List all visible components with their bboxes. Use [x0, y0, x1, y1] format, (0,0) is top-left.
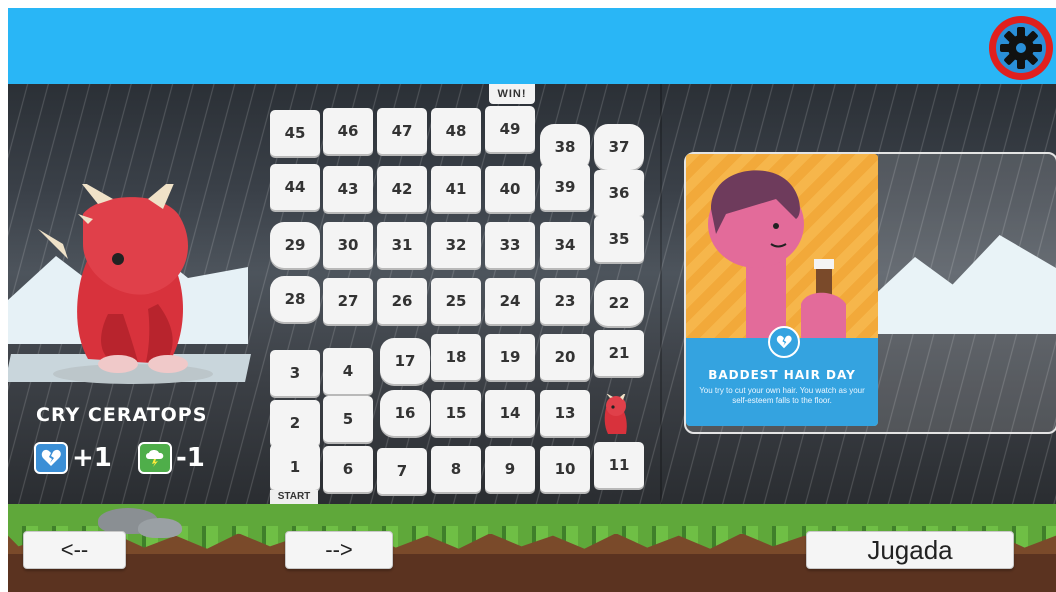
board-cell-22: 22	[594, 280, 644, 326]
play-button[interactable]: Jugada	[806, 531, 1014, 569]
board-cell-15: 15	[431, 390, 481, 436]
board-cell-34: 34	[540, 222, 590, 268]
board-cell-24: 24	[485, 278, 535, 324]
stat-heartbreak-value: +1	[72, 443, 112, 473]
player-token-dino	[604, 394, 627, 434]
board-cell-26: 26	[377, 278, 427, 324]
board-cell-39: 39	[540, 164, 590, 210]
board-cell-9: 9	[485, 446, 535, 492]
stat-storm-value: -1	[176, 443, 205, 473]
board-cell-7: 7	[377, 448, 427, 494]
broken-heart-icon	[34, 442, 68, 474]
board-cell-19: 19	[485, 334, 535, 380]
board-cell-3: 3	[270, 350, 320, 396]
board-cell-25: 25	[431, 278, 481, 324]
rock	[138, 518, 182, 538]
board-cell-30: 30	[323, 222, 373, 268]
stat-storm: -1	[138, 442, 205, 474]
board-cell-20: 20	[540, 334, 590, 380]
event-card[interactable]: BADDEST HAIR DAY You try to cut your own…	[686, 154, 878, 426]
board-cell-23: 23	[540, 278, 590, 324]
stat-heartbreak: +1	[34, 442, 112, 474]
board-cell-17: 17	[380, 338, 430, 384]
board-cell-4: 4	[323, 348, 373, 394]
game-board: WIN! 45 46 47 48 49 38 37 44 43 42 41 40 39 36 29 30 31 3…	[8, 84, 1056, 504]
board-cell-46: 46	[323, 108, 373, 154]
board-cell-11: 11	[594, 442, 644, 488]
board-cell-13: 13	[540, 390, 590, 436]
board-cell-8: 8	[431, 446, 481, 492]
board-cell-28: 28	[270, 276, 320, 322]
board-cell-36: 36	[594, 170, 644, 216]
prev-button[interactable]: <--	[23, 531, 126, 569]
board-cell-14: 14	[485, 390, 535, 436]
board-cell-37: 37	[594, 124, 644, 170]
character-name: CRY CERATOPS	[36, 404, 208, 426]
gear-icon	[1000, 27, 1042, 69]
board-cell-10: 10	[540, 446, 590, 492]
board-cell-49: 49	[485, 106, 535, 152]
board-cell-5: 5	[323, 396, 373, 442]
board-fold	[660, 84, 662, 504]
card-illustration	[686, 154, 878, 338]
card-title: BADDEST HAIR DAY	[708, 368, 856, 382]
board-cell-44: 44	[270, 164, 320, 210]
board-cell-6: 6	[323, 446, 373, 492]
next-button[interactable]: -->	[285, 531, 393, 569]
broken-heart-icon	[768, 326, 800, 358]
board-cell-21: 21	[594, 330, 644, 376]
board-cell-31: 31	[377, 222, 427, 268]
win-label: WIN!	[489, 84, 535, 104]
board-cell-29: 29	[270, 222, 320, 268]
card-character-art	[708, 170, 846, 338]
board-cell-48: 48	[431, 108, 481, 154]
board-cell-16: 16	[380, 390, 430, 436]
board-cell-2: 2	[270, 400, 320, 446]
settings-button[interactable]	[989, 16, 1053, 80]
card-text: You try to cut your own hair. You watch …	[699, 386, 865, 405]
board-cell-41: 41	[431, 166, 481, 212]
board-cell-18: 18	[431, 334, 481, 380]
board-cell-32: 32	[431, 222, 481, 268]
board-cell-27: 27	[323, 278, 373, 324]
board-cell-43: 43	[323, 166, 373, 212]
board-cell-33: 33	[485, 222, 535, 268]
board-cell-47: 47	[377, 108, 427, 154]
start-label: START	[270, 490, 318, 504]
board-cell-1: 1	[270, 444, 320, 490]
board-cell-42: 42	[377, 166, 427, 212]
board-cell-40: 40	[485, 166, 535, 212]
storm-cloud-icon	[138, 442, 172, 474]
board-cell-45: 45	[270, 110, 320, 156]
cry-ceratops-figure	[38, 184, 213, 384]
top-bar	[8, 8, 1056, 84]
board-cell-35: 35	[594, 216, 644, 262]
